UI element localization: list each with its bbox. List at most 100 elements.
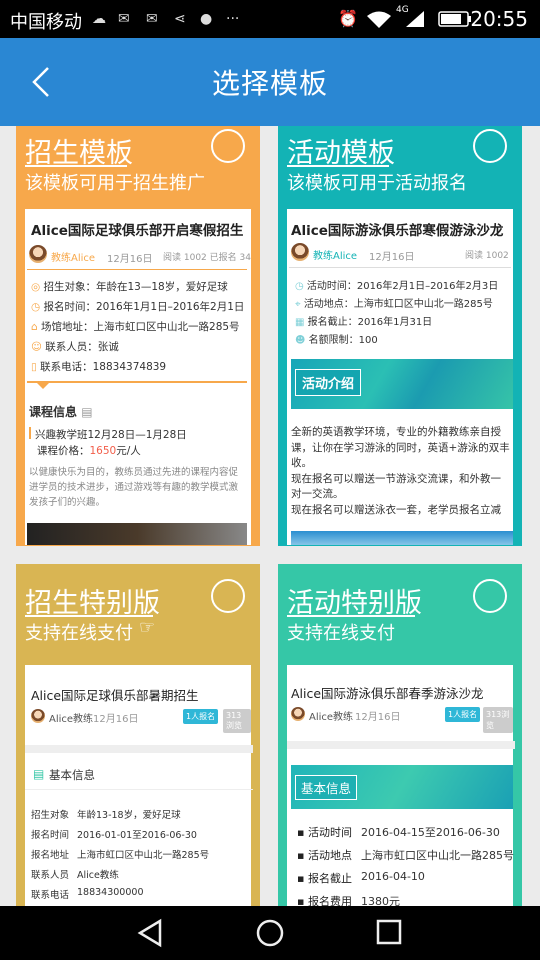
banner-label: 基本信息	[295, 775, 358, 800]
more-icon: ···	[226, 11, 240, 27]
field-value: 2016-01-01至2016-06-30	[77, 830, 197, 841]
template-card-enrollment[interactable]: 招生模板 该模板可用于招生推广 Alice国际足球俱乐部开启寒假招生 教练Ali…	[16, 126, 260, 546]
coach-name: Alice教练	[309, 712, 354, 723]
preview-photo	[27, 523, 247, 545]
field-value: 年龄13-18岁，爱好足球	[77, 810, 181, 821]
title-underline	[287, 165, 389, 167]
info-icon-row: ◎ 招生对象：年龄在13—18岁，爱好足球	[31, 281, 228, 293]
divider	[287, 741, 515, 749]
activity-desc: 全新的英语教学环境，专业的外籍教练亲自授课，让你在学习游泳的同时，英语+游泳的双…	[291, 426, 510, 516]
coach-name: 教练Alice	[313, 251, 358, 262]
course-desc: 以健康快乐为目的，教练员通过先进的课程内容促进学员的技术进步，通过游戏等有趣的教…	[29, 467, 239, 508]
location-icon: ⌖	[295, 299, 304, 310]
select-radio[interactable]	[211, 129, 245, 163]
signal-icon	[406, 11, 424, 27]
back-nav-icon[interactable]	[134, 918, 168, 948]
select-radio[interactable]	[473, 129, 507, 163]
alarm-icon: ⏰	[338, 9, 358, 28]
field-value: 18834300000	[77, 887, 144, 898]
template-preview: Alice国际足球俱乐部暑期招生 Alice教练 12月16日 1人报名 313…	[25, 665, 253, 906]
clock: 20:55	[470, 7, 528, 31]
title-underline	[25, 165, 127, 167]
card-subtitle: 支持在线支付	[25, 623, 133, 644]
field-label: 报名时间	[31, 830, 70, 841]
field-value: 上海市虹口区中山北一路285号	[77, 850, 210, 861]
template-grid: 招生模板 该模板可用于招生推广 Alice国际足球俱乐部开启寒假招生 教练Ali…	[0, 126, 540, 906]
info-icon-row: ▯ 联系电话：18834374839	[31, 361, 167, 373]
pointer-icon	[37, 383, 49, 389]
views-badge: 313浏览	[223, 709, 251, 733]
card-subtitle: 支持在线支付	[287, 623, 395, 644]
carrier-name: 中国移动	[10, 12, 82, 33]
card-subtitle: 该模板可用于招生推广	[25, 173, 205, 194]
select-radio[interactable]	[473, 579, 507, 613]
field-label: 联系人员	[31, 870, 70, 881]
share-icon: ⋖	[174, 11, 186, 27]
clock-icon: ◷	[295, 281, 307, 292]
field-value: 2016-04-10	[361, 870, 425, 883]
preview-name: Alice国际游泳俱乐部寒假游泳沙龙	[291, 223, 504, 239]
info-icon-row: ◷ 活动时间：2016年2月1日–2016年2月3日	[295, 281, 499, 292]
course-price: 课程价格：1650元/人	[37, 445, 141, 457]
template-card-activity[interactable]: 活动模板 该模板可用于活动报名 Alice国际游泳俱乐部寒假游泳沙龙 教练Ali…	[278, 126, 522, 546]
info-icon-row: ☺ 联系人员：张诚	[31, 341, 119, 353]
message-icon: ●	[200, 11, 213, 27]
divider	[25, 745, 253, 753]
mail-icon: ✉	[146, 11, 158, 27]
coach-name: Alice教练	[49, 714, 94, 725]
app-bar: 选择模板	[0, 38, 540, 126]
target-icon: ◎	[31, 281, 44, 293]
post-stats: 阅读 1002	[465, 251, 509, 261]
info-icon-row: ▦ 报名截止：2016年1月31日	[295, 317, 433, 328]
section-title: 基本信息	[49, 768, 95, 782]
field-row: ▪ 活动地点	[297, 849, 352, 862]
avatar	[291, 707, 305, 721]
info-icon-row: ⌖ 活动地点：上海市虹口区中山北一路285号	[295, 299, 493, 310]
divider	[27, 381, 247, 383]
template-card-enrollment-special[interactable]: 招生特别版 支持在线支付 ☞ Alice国际足球俱乐部暑期招生 Alice教练 …	[16, 564, 260, 906]
mail-icon: ✉	[118, 11, 130, 27]
preview-name: Alice国际足球俱乐部开启寒假招生	[31, 223, 244, 239]
avatar	[29, 245, 47, 263]
field-value: 1380元	[361, 895, 400, 906]
recents-nav-icon[interactable]	[374, 918, 404, 948]
course-line: 兴趣教学班12月28日—1月28日	[35, 429, 187, 441]
field-row: ▪ 活动时间	[297, 826, 352, 839]
field-label: 联系电话	[31, 890, 70, 901]
preview-photo	[291, 531, 513, 545]
venue-icon: ⌂	[31, 321, 42, 333]
avatar	[31, 709, 45, 723]
avatar	[291, 243, 309, 261]
card-subtitle: 该模板可用于活动报名	[287, 173, 467, 194]
post-stats: 阅读 1002 已报名 34	[163, 253, 251, 263]
page-title: 选择模板	[211, 67, 328, 100]
clock-icon: ◷	[31, 301, 44, 313]
clipboard-icon: ▤	[81, 405, 93, 419]
field-value: 上海市虹口区中山北一路285号	[361, 849, 514, 862]
template-preview: Alice国际游泳俱乐部寒假游泳沙龙 教练Alice 12月16日 阅读 100…	[287, 209, 513, 545]
field-value: 2016-04-15至2016-06-30	[361, 826, 500, 839]
post-date: 12月16日	[369, 252, 415, 263]
phone-icon: ▯	[31, 361, 41, 373]
select-radio[interactable]	[211, 579, 245, 613]
template-preview: Alice国际游泳俱乐部春季游泳沙龙 Alice教练 12月16日 1人报名 3…	[287, 665, 515, 906]
post-date: 12月16日	[93, 714, 139, 725]
template-card-activity-special[interactable]: 活动特别版 支持在线支付 Alice国际游泳俱乐部春季游泳沙龙 Alice教练 …	[278, 564, 522, 906]
info-banner: 基本信息	[291, 765, 513, 809]
info-icon-row: ☻ 名额限制：100	[295, 335, 378, 346]
preview-name: Alice国际游泳俱乐部春季游泳沙龙	[291, 686, 484, 701]
banner-label: 活动介绍	[295, 369, 362, 396]
weather-icon: ☁	[92, 11, 106, 27]
info-icon-row: ◷ 报名时间：2016年1月1日–2016年2月1日	[31, 301, 245, 313]
wifi-icon	[367, 11, 391, 28]
accent-bar	[29, 427, 31, 439]
field-label: 招生对象	[31, 810, 70, 821]
home-nav-icon[interactable]	[254, 918, 286, 950]
person-icon: ☺	[31, 341, 46, 353]
field-value: Alice教练	[77, 870, 119, 881]
field-row: ▪ 报名截止	[297, 872, 352, 885]
field-label: 报名地址	[31, 850, 70, 861]
title-underline	[25, 615, 153, 617]
status-bar: 中国移动 ☁ ✉ ✉ ⋖ ● ··· ⏰ 4G 20:55	[0, 0, 540, 38]
divider	[27, 269, 247, 270]
